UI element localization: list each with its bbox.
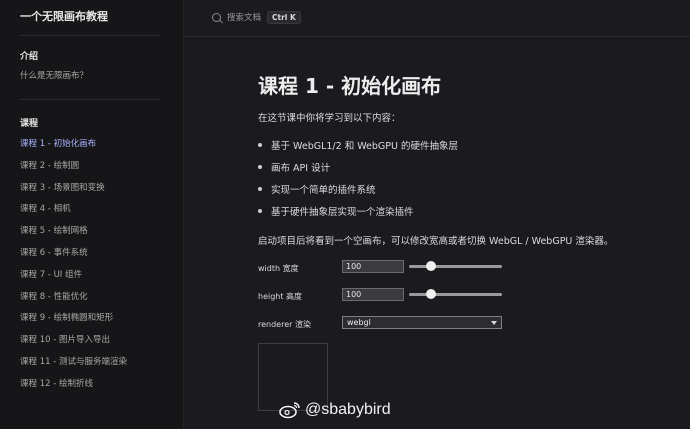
search-button[interactable]: 搜索文档 Ctrl K (208, 6, 318, 28)
height-input[interactable] (342, 288, 404, 301)
list-item: 基于硬件抽象层实现一个渲染插件 (258, 204, 414, 218)
sidebar-item-course-10[interactable]: 课程 10 - 图片导入导出 (20, 333, 110, 345)
top-bar: 搜索文档 Ctrl K (184, 0, 690, 37)
sidebar-item-course-5[interactable]: 课程 5 - 绘制网格 (20, 224, 88, 236)
page-title: 课程 1 - 初始化画布 (258, 74, 442, 98)
sidebar-item-course-9[interactable]: 课程 9 - 绘制椭圆和矩形 (20, 311, 113, 323)
width-label: width 宽度 (258, 264, 299, 273)
width-input[interactable] (342, 260, 404, 273)
sidebar-divider (20, 35, 160, 36)
slider-thumb[interactable] (425, 289, 436, 299)
bullet-icon (258, 209, 262, 213)
height-slider[interactable] (409, 288, 502, 301)
weibo-logo-icon (279, 402, 300, 419)
list-item-text: 画布 API 设计 (271, 163, 331, 174)
sidebar-section-courses: 课程 (20, 119, 39, 129)
site-title[interactable]: 一个无限画布教程 (20, 8, 108, 24)
slider-track (409, 293, 502, 296)
sidebar: 一个无限画布教程 介绍 什么是无限画布？ 课程 课程 1 - 初始化画布 课程 2… (0, 0, 184, 429)
slider-thumb[interactable] (425, 261, 436, 271)
watermark-text: @sbabybird (305, 401, 391, 418)
watermark: @sbabybird (279, 401, 391, 419)
search-shortcut-badge: Ctrl K (267, 10, 301, 24)
sidebar-item-course-7[interactable]: 课程 7 - UI 组件 (20, 268, 82, 280)
intro-paragraph: 在这节课中你将学习到以下内容： (258, 113, 401, 124)
renderer-select[interactable]: webgl (342, 316, 502, 329)
sidebar-section-intro: 介绍 (20, 52, 39, 62)
list-item-text: 基于硬件抽象层实现一个渲染插件 (271, 207, 414, 218)
slider-track (409, 265, 502, 268)
list-item-text: 实现一个简单的插件系统 (271, 185, 376, 196)
renderer-label: renderer 渲染 (258, 320, 311, 329)
list-item: 实现一个简单的插件系统 (258, 182, 376, 196)
sidebar-item-course-6[interactable]: 课程 6 - 事件系统 (20, 246, 88, 258)
list-item-text: 基于 WebGL1/2 和 WebGPU 的硬件抽象层 (271, 141, 458, 152)
renderer-select-value: webgl (347, 318, 371, 327)
width-slider[interactable] (409, 260, 502, 273)
sidebar-divider (20, 99, 160, 100)
sidebar-item-course-12[interactable]: 课程 12 - 绘制折线 (20, 377, 93, 389)
height-label: height 高度 (258, 292, 303, 301)
search-placeholder: 搜索文档 (227, 13, 262, 23)
bullet-icon (258, 187, 262, 191)
bullet-icon (258, 165, 262, 169)
search-icon (212, 12, 221, 22)
sidebar-item-course-4[interactable]: 课程 4 - 相机 (20, 202, 71, 214)
sidebar-item-course-3[interactable]: 课程 3 - 场景图和变换 (20, 181, 105, 193)
bullet-icon (258, 143, 262, 147)
sidebar-item-what-is-infinite-canvas[interactable]: 什么是无限画布？ (20, 69, 88, 81)
chevron-down-icon (491, 320, 497, 325)
list-item: 画布 API 设计 (258, 160, 330, 174)
sidebar-item-course-11[interactable]: 课程 11 - 测试与服务端渲染 (20, 355, 127, 367)
description-paragraph: 启动项目后将看到一个空画布，可以修改宽高或者切换 WebGL / WebGPU … (258, 236, 614, 247)
sidebar-item-course-8[interactable]: 课程 8 - 性能优化 (20, 290, 88, 302)
list-item: 基于 WebGL1/2 和 WebGPU 的硬件抽象层 (258, 138, 458, 152)
sidebar-item-course-1[interactable]: 课程 1 - 初始化画布 (20, 137, 96, 149)
sidebar-item-course-2[interactable]: 课程 2 - 绘制圆 (20, 159, 79, 171)
